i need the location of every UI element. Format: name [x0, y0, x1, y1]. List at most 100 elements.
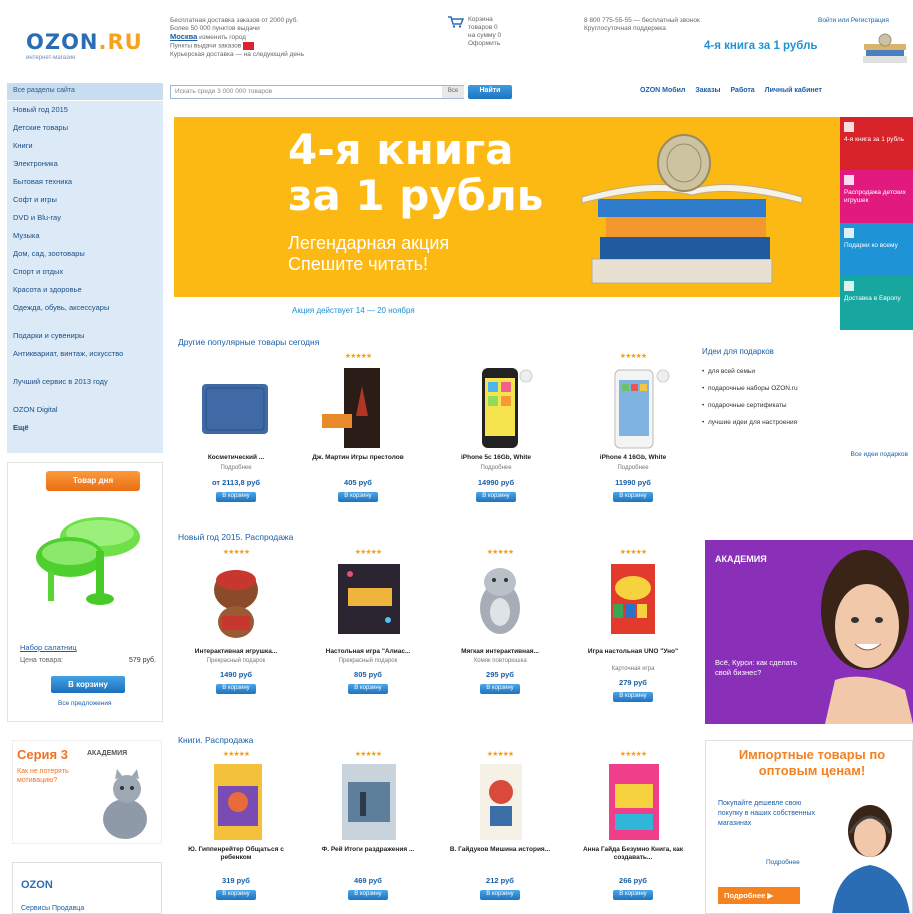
woman-photo-image — [821, 550, 913, 724]
product-card[interactable]: ★★★★★ Дж. Мартин Игры престолов 405 руб … — [300, 352, 416, 522]
ozon-seller-box[interactable]: OZON Сервисы Продавца — [12, 862, 162, 914]
gift-idea-item[interactable]: лучшие идеи для настроения — [702, 419, 912, 426]
product-name[interactable]: Косметический ... — [178, 454, 294, 462]
books-coin-image — [581, 134, 803, 284]
academy-ad[interactable]: АКАДЕМИЯ Всё, Курси: как сделать свой би… — [705, 540, 913, 724]
buy-button[interactable]: В корзину — [613, 492, 653, 502]
buy-button[interactable]: В корзину — [216, 890, 256, 900]
product-card[interactable]: ★★★★★ Мягкая интерактивная... Хомяк повт… — [442, 548, 558, 718]
product-card[interactable]: ★★★★★ Анна Гайда Безумно Книга, как созд… — [575, 750, 691, 914]
product-card[interactable]: iPhone 5c 16Gb, White Подробнее 14990 ру… — [438, 352, 554, 522]
sidebar-item[interactable]: Ещё — [7, 419, 163, 437]
product-card[interactable]: ★★★★★ Интерактивная игрушка... Прекрасны… — [178, 548, 294, 718]
mobile-link[interactable]: OZON Мобил — [640, 87, 685, 94]
buy-button[interactable]: В корзину — [348, 890, 388, 900]
gift-idea-item[interactable]: для всей семьи — [702, 368, 912, 375]
jobs-link[interactable]: Работа — [730, 87, 754, 94]
sidebar-item[interactable]: Электроника — [7, 155, 163, 173]
all-gift-ideas-link[interactable]: Все идеи подарков — [851, 451, 908, 458]
sidebar-item[interactable]: Антиквариат, винтаж, искусство — [7, 345, 163, 373]
gift-icon — [844, 228, 854, 238]
main-banner[interactable]: 4-я книга за 1 рубль Легендарная акция С… — [174, 117, 840, 327]
product-name[interactable]: Ю. Гиппенрейтер Общаться с ребенком — [178, 846, 294, 861]
product-card[interactable]: ★★★★★ iPhone 4 16Gb, White Подробнее 119… — [575, 352, 691, 522]
seria-ad[interactable]: Серия 3 АКАДЕМИЯ Как не потерять мотивац… — [12, 740, 162, 844]
product-name[interactable]: Мягкая интерактивная... — [442, 648, 558, 656]
product-name[interactable]: Игра настольная UNO "Уно" — [575, 648, 691, 656]
product-name[interactable]: Интерактивная игрушка... — [178, 648, 294, 656]
sidebar-item[interactable]: DVD и Blu-ray — [7, 209, 163, 227]
buy-button[interactable]: В корзину — [348, 684, 388, 694]
product-name[interactable]: Анна Гайда Безумно Книга, как создавать.… — [575, 846, 691, 861]
sidebar-item[interactable]: Спорт и отдых — [7, 263, 163, 281]
product-card[interactable]: ★★★★★ Ю. Гиппенрейтер Общаться с ребенко… — [178, 750, 294, 914]
orders-link[interactable]: Заказы — [695, 87, 720, 94]
login-link[interactable]: Войти или Регистрация — [818, 17, 889, 24]
tile-books-promo[interactable]: 4-я книга за 1 рубль — [840, 117, 913, 171]
product-name[interactable]: Ф. Рей Итоги раздражения ... — [310, 846, 426, 854]
rating-stars: ★★★★★ — [619, 353, 647, 360]
import-goods-ad[interactable]: Импортные товары по оптовым ценам! Покуп… — [705, 740, 913, 914]
gift-idea-item[interactable]: подарочные сертификаты — [702, 402, 912, 409]
sidebar-item[interactable]: Лучший сервис в 2013 году — [7, 373, 163, 401]
product-name[interactable]: iPhone 4 16Gb, White — [575, 454, 691, 462]
import-ad-link[interactable]: Подробнее — [766, 859, 800, 866]
checkout-link[interactable]: Оформить — [468, 40, 538, 48]
search-input[interactable]: Искать среди 3 000 000 товаров — [170, 85, 464, 99]
deal-buy-button[interactable]: В корзину — [51, 676, 125, 693]
product-card[interactable]: ★★★★★ Настольная игра "Алиас... Прекрасн… — [310, 548, 426, 718]
product-name[interactable]: В. Гайдуков Мишина история... — [442, 846, 558, 854]
buy-button[interactable]: В корзину — [480, 890, 520, 900]
change-city-link[interactable]: изменить город — [199, 34, 246, 41]
all-categories-header[interactable]: Все разделы сайта — [7, 83, 163, 100]
search-category-select[interactable]: Все — [442, 86, 464, 98]
deal-more-link[interactable]: Все предложения — [58, 700, 112, 707]
buy-button[interactable]: В корзину — [338, 492, 378, 502]
pickup-link[interactable]: Пункты выдачи заказов — [170, 43, 241, 50]
buy-button[interactable]: В корзину — [613, 692, 653, 702]
cart-widget[interactable]: Корзина товаров 0 на сумму 0 Оформить — [448, 16, 538, 48]
buy-button[interactable]: В корзину — [613, 890, 653, 900]
sidebar-item[interactable]: Музыка — [7, 227, 163, 245]
product-name[interactable]: Настольная игра "Алиас... — [310, 648, 426, 656]
tile-delivery[interactable]: Доставка в Европу — [840, 276, 913, 330]
deal-of-day-tab[interactable]: Товар дня — [46, 471, 140, 491]
product-name[interactable]: iPhone 5c 16Gb, White — [438, 454, 554, 462]
buy-button[interactable]: В корзину — [216, 684, 256, 694]
section-title-popular[interactable]: Другие популярные товары сегодня — [178, 337, 319, 347]
ozon-bottom-text: Сервисы Продавца — [21, 905, 85, 912]
sidebar-item[interactable]: OZON Digital — [7, 401, 163, 419]
product-card[interactable]: Косметический ... Подробнее от 2113,8 ру… — [178, 352, 294, 522]
buy-button[interactable]: В корзину — [216, 492, 256, 502]
sidebar-item[interactable]: Новый год 2015 — [7, 101, 163, 119]
deal-title-link[interactable]: Набор салатниц — [20, 643, 77, 652]
buy-button[interactable]: В корзину — [480, 684, 520, 694]
product-card[interactable]: ★★★★★ Ф. Рей Итоги раздражения ... 469 р… — [310, 750, 426, 914]
sidebar-item[interactable]: Красота и здоровье — [7, 281, 163, 299]
product-card[interactable]: ★★★★★ Игра настольная UNO "Уно" Карточна… — [575, 548, 691, 718]
import-ad-button[interactable]: Подробнее ▶ — [718, 887, 800, 904]
tile-gifts[interactable]: Подарки ко всему — [840, 223, 913, 277]
gift-idea-item[interactable]: подарочные наборы OZON.ru — [702, 385, 912, 392]
city-link[interactable]: Москва — [170, 32, 197, 41]
product-card[interactable]: ★★★★★ В. Гайдуков Мишина история... 212 … — [442, 750, 558, 914]
salad-bowl-image[interactable] — [30, 507, 148, 625]
sidebar-item[interactable]: Одежда, обувь, аксессуары — [7, 299, 163, 327]
sidebar-item[interactable]: Софт и игры — [7, 191, 163, 209]
tile-kids-sale[interactable]: Распродажа детских игрушек — [840, 170, 913, 224]
site-logo[interactable]: OZON.RU интернет-магазин — [26, 30, 143, 61]
sidebar-item[interactable]: Детские товары — [7, 119, 163, 137]
tile-label: Доставка в Европу — [844, 295, 901, 302]
header-promo-link[interactable]: 4-я книга за 1 рубль — [704, 40, 818, 52]
sidebar-item[interactable]: Книги — [7, 137, 163, 155]
section-title-books[interactable]: Книги. Распродажа — [178, 735, 253, 745]
account-link[interactable]: Личный кабинет — [765, 87, 822, 94]
sidebar-item[interactable]: Дом, сад, зоотовары — [7, 245, 163, 263]
sidebar-item[interactable]: Бытовая техника — [7, 173, 163, 191]
sidebar-item[interactable]: Подарки и сувениры — [7, 327, 163, 345]
gift-ideas-title[interactable]: Идеи для подарков — [702, 347, 912, 356]
buy-button[interactable]: В корзину — [476, 492, 516, 502]
product-name[interactable]: Дж. Мартин Игры престолов — [300, 454, 416, 462]
search-button[interactable]: Найти — [468, 85, 512, 99]
section-title-newyear[interactable]: Новый год 2015. Распродажа — [178, 532, 293, 542]
